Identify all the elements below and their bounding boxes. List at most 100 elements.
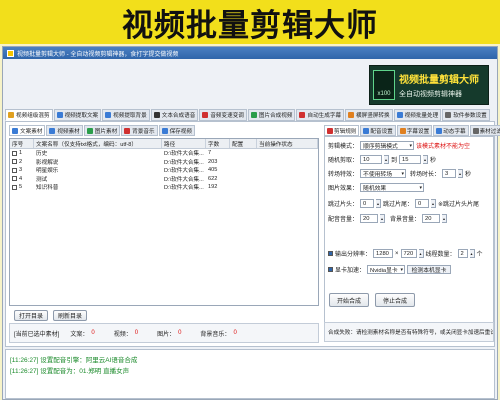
row-checkbox[interactable] [12,150,17,156]
voice-volume-input[interactable]: 20 [360,214,379,223]
transition-duration-input[interactable]: 3 [442,169,457,178]
cell-path: D:\软件大合集... [164,151,204,158]
table-row[interactable]: 1 历史 D:\软件大合集... 7 [10,149,318,158]
table-row[interactable]: 2 影视解说 D:\软件大合集... 203 [10,158,318,167]
tab-extract-bg[interactable]: 视频提取背景 [102,109,150,121]
tab-orientation[interactable]: 横屏竖屏转换 [345,109,393,121]
table-row[interactable]: 4 测试 D:\软件大合集... 622 [10,175,318,184]
res-height-input[interactable]: 720 [400,249,417,258]
detect-gpu-button[interactable]: 检测本机显卡 [407,265,452,274]
spin-icon[interactable]: ▴ [469,249,475,258]
tab-dynamic-subtitle[interactable]: 动态字幕 [433,125,469,136]
tab-tts[interactable]: 文本合成语音 [150,109,199,121]
tab-settings[interactable]: 软件参数设置 [442,109,490,121]
selection-stats: [当前已选中素材] 文案： 0 视频： 0 图片： 0 背景音乐： 0 [9,323,319,343]
tab-image-material[interactable]: 图片素材 [83,125,121,136]
row-checkbox[interactable] [12,167,17,173]
cell-path: D:\软件大合集... [164,185,204,192]
gpu-select[interactable]: Nvidia显卡 [367,265,406,274]
banner-title: 视频批量剪辑大师 [122,7,378,44]
random-min-input[interactable]: 10 [360,155,383,164]
tab-video-material[interactable]: 视频素材 [46,125,83,136]
image-icon [86,127,93,134]
col-path[interactable]: 路径 [162,139,206,148]
material-table: 序号 文案名称（仅支持txt格式，编码：utf-8） 路径 字数 配置 当前操作… [9,138,319,306]
mode-select[interactable]: 顺序剪辑模式 [360,141,415,150]
tab-audio-speed[interactable]: 音频变速变调 [199,109,247,121]
mode-row: 剪辑模式： 顺序剪辑模式 该模式素材不能为空 [328,141,470,150]
tab-image-video[interactable]: 图片合成视频 [247,109,296,121]
table-row[interactable]: 3 明星娱乐 D:\软件大合集... 405 [10,166,318,175]
cell-count: 405 [208,167,218,174]
tab-subtitle-settings[interactable]: 字幕设置 [396,125,433,136]
spin-icon[interactable]: ▴ [376,199,382,208]
row-checkbox[interactable] [12,176,17,182]
tab-text-material[interactable]: 文案素材 [9,125,46,136]
col-count[interactable]: 字数 [206,139,230,148]
stop-button[interactable]: 停止合成 [375,293,415,307]
title-bar: 视频批量剪辑大师 - 全自动视频剪辑神器，食打字提交做视频 [3,47,497,59]
resolution-checkbox[interactable] [328,251,333,256]
logo-badge-icon: x100 [373,70,395,100]
row-checkbox[interactable] [12,184,17,190]
row-checkbox[interactable] [12,159,17,165]
col-seq[interactable]: 序号 [10,139,34,148]
open-dir-button[interactable]: 打开目录 [14,310,48,321]
col-config[interactable]: 配置 [230,139,257,148]
refresh-dir-button[interactable]: 刷新目录 [53,310,87,321]
tab-content: 文案素材 视频素材 图片素材 背景音乐 保存视频 序号 文案名称（仅支持txt格… [5,121,500,347]
cell-name: 明星娱乐 [36,168,59,175]
tab-material-filter[interactable]: 素材过滤 [469,125,500,136]
table-row[interactable]: 5 知识科普 D:\软件大合集... 192 [10,183,318,192]
settings-tabs: 剪辑规则 配音设置 字幕设置 动态字幕 素材过滤 [324,125,500,136]
transition-select[interactable]: 不使用转场 [360,169,407,178]
tab-video-mix[interactable]: 视频组级混剪 [5,109,53,121]
cell-name: 历史 [36,151,48,158]
log-panel: [11:26:27] 设置配音引擎：阿里云AI语音合成 [11:26:27] 设… [5,349,495,399]
bgm-volume-input[interactable]: 20 [422,214,441,223]
gpu-checkbox[interactable] [328,267,333,272]
motion-icon [436,127,443,134]
cell-path: D:\软件大合集... [164,168,204,175]
random-max-input[interactable]: 15 [399,155,422,164]
spin-icon[interactable]: ▴ [442,214,448,223]
random-row: 随机剪取： 10 ▴ 到 15 ▴ 秒 [328,155,437,164]
image-stat-value: 0 [178,330,182,336]
skip-tail-input[interactable]: 0 [415,199,430,208]
col-name[interactable]: 文案名称（仅支持txt格式，编码：utf-8） [34,139,162,148]
video-icon [105,112,112,118]
tab-bgm[interactable]: 背景音乐 [121,125,158,136]
tab-edit-rules[interactable]: 剪辑规则 [324,125,360,136]
document-icon [56,112,63,118]
spin-icon[interactable]: ▴ [380,214,386,223]
cell-path: D:\软件大合集... [164,176,204,183]
skip-head-input[interactable]: 0 [360,199,375,208]
tab-save-video[interactable]: 保存视频 [158,125,195,136]
speaker-icon [363,127,370,134]
spin-icon[interactable]: ▴ [431,199,437,208]
main-tabs: 视频组级混剪 视频提取文案 视频提取背景 文本合成语音 音频变速变调 图片合成视… [5,109,495,121]
tab-batch[interactable]: 视频批量处理 [393,109,442,121]
cell-name: 知识科普 [36,185,59,192]
tab-voice-settings[interactable]: 配音设置 [360,125,396,136]
cell-count: 7 [208,150,212,157]
cell-count: 192 [208,184,218,191]
stats-label: [当前已选中素材] [14,331,60,338]
image-fx-select[interactable]: 随机效果 [360,183,425,192]
cell-count: 622 [208,175,218,182]
col-status[interactable]: 当前操作状态 [257,139,318,148]
text-stat-label: 文案： [70,331,89,338]
spin-icon[interactable]: ▴ [423,155,429,164]
tab-extract-text[interactable]: 视频提取文案 [53,109,102,121]
spin-icon[interactable]: ▴ [418,249,424,258]
spin-icon[interactable]: ▴ [384,155,390,164]
video-stat-value: 0 [134,330,139,336]
cell-count: 203 [208,158,218,165]
batch-icon [396,112,403,118]
tab-subtitles[interactable]: 自动生成字幕 [296,109,345,121]
start-button[interactable]: 开始合成 [329,293,369,307]
res-width-input[interactable]: 1280 [373,249,394,258]
promo-banner: 视频批量剪辑大师 [0,0,500,44]
threads-input[interactable]: 2 [457,249,468,258]
spin-icon[interactable]: ▴ [458,169,464,178]
